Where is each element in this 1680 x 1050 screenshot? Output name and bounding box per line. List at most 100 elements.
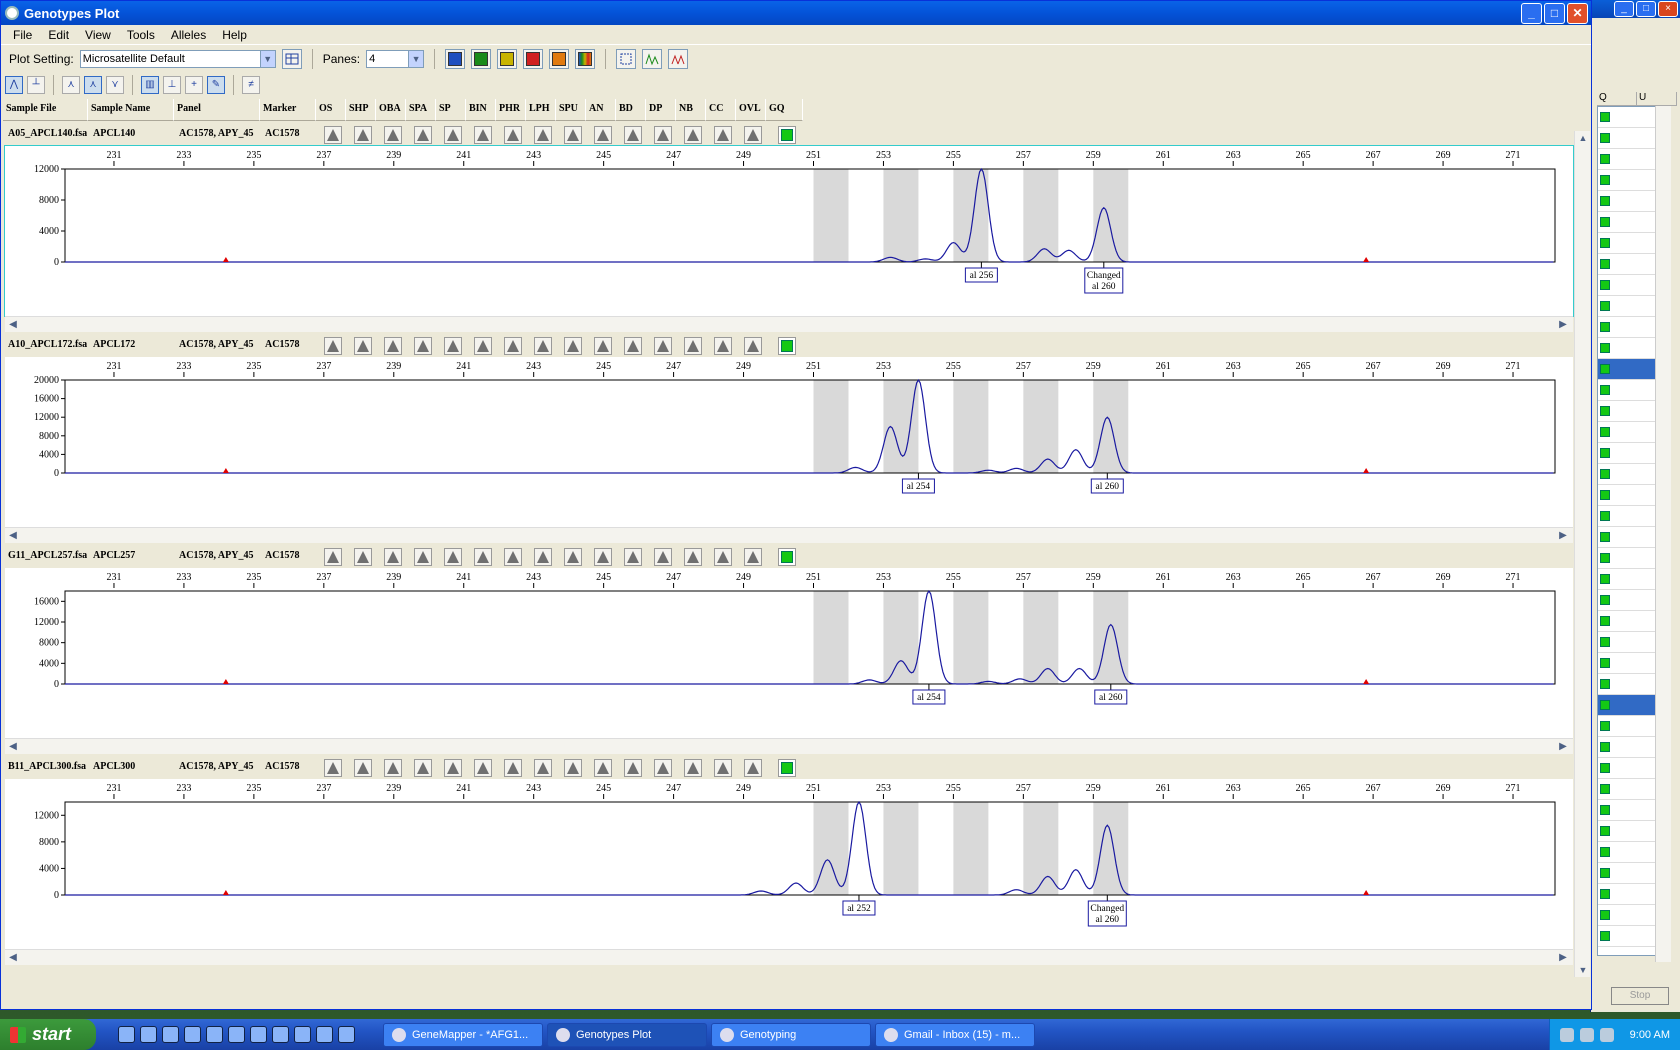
pqv-flag-spu[interactable] bbox=[558, 546, 588, 568]
horizontal-scrollbar[interactable]: ◀ ▶ bbox=[5, 949, 1573, 965]
allele-label[interactable]: al 254 bbox=[907, 482, 931, 492]
orange-dye-button[interactable] bbox=[549, 49, 570, 69]
pqv-flag-phr[interactable] bbox=[498, 546, 528, 568]
allele-label[interactable]: al 260 bbox=[1099, 693, 1123, 703]
column-header-oba[interactable]: OBA bbox=[376, 99, 406, 121]
word-icon[interactable] bbox=[228, 1026, 245, 1043]
pqv-flag-cc[interactable] bbox=[708, 546, 738, 568]
electropherogram-plot[interactable]: 231 233 235 237 239 241 243 245 247 249 251 253 255 2… bbox=[4, 145, 1574, 317]
scroll-right-icon[interactable]: ▶ bbox=[1557, 741, 1569, 753]
menu-edit[interactable]: Edit bbox=[40, 28, 77, 42]
minimize-button[interactable]: _ bbox=[1521, 2, 1542, 24]
pqv-flag-phr[interactable] bbox=[498, 757, 528, 779]
electropherogram-plot[interactable]: 231 233 235 237 239 241 243 245 247 249 251 253 255 2… bbox=[5, 568, 1573, 738]
background-genemapper-window[interactable]: _ □ × Q U Stop bbox=[1590, 0, 1680, 1012]
pqv-flag-shp[interactable] bbox=[348, 124, 378, 146]
scroll-right-icon[interactable]: ▶ bbox=[1557, 319, 1569, 331]
pqv-flag-cc[interactable] bbox=[708, 335, 738, 357]
pqv-flag-spa[interactable] bbox=[408, 335, 438, 357]
pqv-flag-spa[interactable] bbox=[408, 546, 438, 568]
bin-labels-icon[interactable]: ⋎ bbox=[106, 76, 124, 94]
menu-tools[interactable]: Tools bbox=[119, 28, 163, 42]
pqv-flag-dp[interactable] bbox=[648, 335, 678, 357]
calculator-icon[interactable] bbox=[162, 1026, 179, 1043]
pqv-flag-spu[interactable] bbox=[558, 757, 588, 779]
chart-icon[interactable] bbox=[338, 1026, 355, 1043]
column-header-phr[interactable]: PHR bbox=[496, 99, 526, 121]
maximize-button[interactable]: □ bbox=[1544, 2, 1565, 24]
pqv-flag-phr[interactable] bbox=[498, 335, 528, 357]
pqv-flag-dp[interactable] bbox=[648, 546, 678, 568]
column-header-bd[interactable]: BD bbox=[616, 99, 646, 121]
firefox-icon[interactable] bbox=[140, 1026, 157, 1043]
scroll-left-icon[interactable]: ◀ bbox=[7, 952, 19, 964]
pqv-flag-oba[interactable] bbox=[378, 757, 408, 779]
allele-label[interactable]: al 260 bbox=[1096, 482, 1120, 492]
pqv-flag-lph[interactable] bbox=[528, 335, 558, 357]
language-icon[interactable] bbox=[1579, 1027, 1594, 1042]
tray-arrow-icon[interactable] bbox=[1559, 1027, 1574, 1042]
pqv-flag-bin[interactable] bbox=[468, 124, 498, 146]
pqv-flag-cc[interactable] bbox=[708, 757, 738, 779]
excel-icon[interactable] bbox=[206, 1026, 223, 1043]
column-header-shp[interactable]: SHP bbox=[346, 99, 376, 121]
scroll-right-icon[interactable]: ▶ bbox=[1557, 530, 1569, 542]
notepad-icon[interactable] bbox=[272, 1026, 289, 1043]
pqv-flag-spa[interactable] bbox=[408, 124, 438, 146]
column-header-gq[interactable]: GQ bbox=[766, 99, 803, 121]
volume-icon[interactable] bbox=[1599, 1027, 1614, 1042]
pqv-flag-bin[interactable] bbox=[468, 335, 498, 357]
pqv-flag-ovl[interactable] bbox=[738, 335, 768, 357]
zoom-icon[interactable] bbox=[616, 49, 637, 69]
delete-allele-icon[interactable]: ✎ bbox=[207, 76, 225, 94]
genotype-quality-flag[interactable] bbox=[768, 124, 805, 146]
pqv-flag-bd[interactable] bbox=[618, 124, 648, 146]
pqv-flag-oba[interactable] bbox=[378, 546, 408, 568]
blue-dye-button[interactable] bbox=[445, 49, 466, 69]
column-header-lph[interactable]: LPH bbox=[526, 99, 556, 121]
pqv-flag-os[interactable] bbox=[318, 335, 348, 357]
menu-view[interactable]: View bbox=[77, 28, 119, 42]
sizing-icon[interactable]: ≠ bbox=[242, 76, 260, 94]
green-dye-button[interactable] bbox=[471, 49, 492, 69]
column-q[interactable]: Q bbox=[1597, 92, 1637, 105]
pqv-flag-spu[interactable] bbox=[558, 335, 588, 357]
pqv-flag-an[interactable] bbox=[588, 757, 618, 779]
title-bar[interactable]: Genotypes Plot _ □ ✕ bbox=[1, 1, 1591, 25]
allele-label[interactable]: al 252 bbox=[847, 904, 871, 914]
scroll-left-icon[interactable]: ◀ bbox=[7, 319, 19, 331]
column-header-sp[interactable]: SP bbox=[436, 99, 466, 121]
pqv-flag-shp[interactable] bbox=[348, 335, 378, 357]
genotype-quality-flag[interactable] bbox=[768, 335, 805, 357]
column-header-spa[interactable]: SPA bbox=[406, 99, 436, 121]
scroll-left-icon[interactable]: ◀ bbox=[7, 530, 19, 542]
add-allele-icon[interactable]: + bbox=[185, 76, 203, 94]
pqv-flag-oba[interactable] bbox=[378, 335, 408, 357]
menu-alleles[interactable]: Alleles bbox=[163, 28, 214, 42]
pqv-flag-dp[interactable] bbox=[648, 757, 678, 779]
pqv-flag-bin[interactable] bbox=[468, 757, 498, 779]
pqv-flag-bin[interactable] bbox=[468, 546, 498, 568]
horizontal-scrollbar[interactable]: ◀ ▶ bbox=[5, 738, 1573, 754]
column-header-ovl[interactable]: OVL bbox=[736, 99, 766, 121]
column-header-spu[interactable]: SPU bbox=[556, 99, 586, 121]
column-u[interactable]: U bbox=[1637, 92, 1677, 105]
label-edit-icon[interactable]: ⊥ bbox=[163, 76, 181, 94]
electropherogram-plot[interactable]: 231 233 235 237 239 241 243 245 247 249 251 253 255 2… bbox=[5, 779, 1573, 949]
show-peaks-icon[interactable]: ⋀ bbox=[5, 76, 23, 94]
red-dye-button[interactable] bbox=[523, 49, 544, 69]
pqv-flag-nb[interactable] bbox=[678, 757, 708, 779]
pqv-flag-ovl[interactable] bbox=[738, 757, 768, 779]
chrome-icon[interactable] bbox=[294, 1026, 311, 1043]
pqv-flag-sp[interactable] bbox=[438, 335, 468, 357]
folder-icon[interactable] bbox=[184, 1026, 201, 1043]
pqv-flag-ovl[interactable] bbox=[738, 124, 768, 146]
stop-button[interactable]: Stop bbox=[1611, 987, 1669, 1005]
matlab-icon[interactable] bbox=[250, 1026, 267, 1043]
task-genotypes-plot[interactable]: Genotypes Plot bbox=[547, 1022, 707, 1047]
pqv-flag-os[interactable] bbox=[318, 546, 348, 568]
maximize-icon[interactable]: □ bbox=[1636, 1, 1656, 17]
allele-label[interactable]: Changed bbox=[1087, 271, 1121, 281]
pqv-flag-shp[interactable] bbox=[348, 546, 378, 568]
scroll-left-icon[interactable]: ◀ bbox=[7, 741, 19, 753]
